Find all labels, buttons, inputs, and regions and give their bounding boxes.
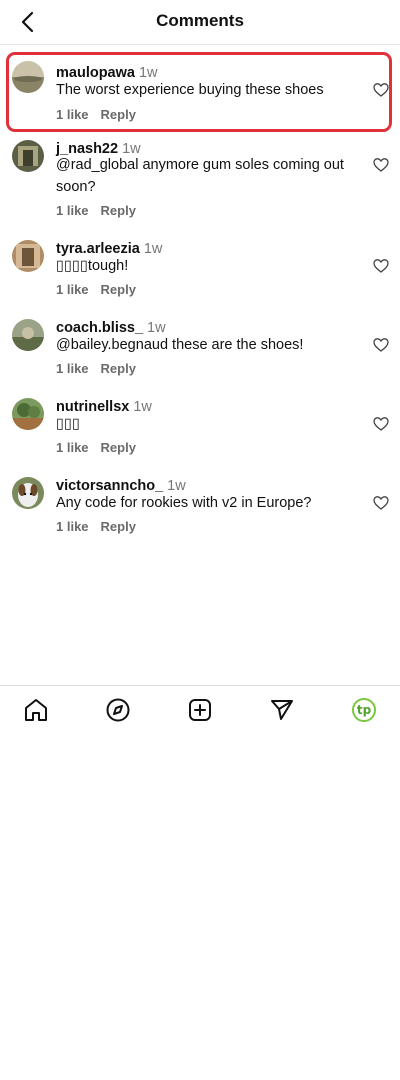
comment-list: maulopawa 1w The worst experience buying … — [0, 44, 400, 556]
nav-profile[interactable]: tp — [350, 696, 378, 724]
like-count[interactable]: 1 like — [56, 107, 89, 122]
comment-text: Any code for rookies with v2 in Europe? — [56, 495, 312, 511]
like-count[interactable]: 1 like — [56, 440, 89, 455]
page-title: Comments — [156, 11, 244, 30]
avatar[interactable] — [12, 240, 44, 272]
reply-button[interactable]: Reply — [101, 440, 136, 455]
reply-button[interactable]: Reply — [101, 203, 136, 218]
send-icon — [271, 700, 293, 720]
comment-text: ▯▯▯ — [56, 416, 80, 432]
avatar[interactable] — [12, 61, 44, 93]
avatar[interactable] — [12, 398, 44, 430]
comment-item: victorsanncho_ 1w Any code for rookies wi… — [0, 477, 400, 556]
heart-icon[interactable] — [373, 82, 389, 98]
comment-item: nutrinellsx 1w ▯▯▯ 1 like Reply — [0, 398, 400, 477]
comment-actions: 1 like Reply — [56, 203, 148, 218]
avatar[interactable] — [12, 319, 44, 351]
bottom-nav: tp — [0, 685, 400, 732]
nav-home[interactable] — [22, 696, 50, 724]
comment-actions: 1 like Reply — [56, 361, 148, 376]
comment-text: @bailey.begnaud these are the shoes! — [56, 337, 304, 353]
like-count[interactable]: 1 like — [56, 203, 89, 218]
nav-explore[interactable] — [104, 696, 132, 724]
comment-actions: 1 like Reply — [56, 519, 148, 534]
comment-item: tyra.arleezia 1w ▯▯▯▯tough! 1 like Reply — [0, 240, 400, 319]
heart-icon[interactable] — [373, 258, 389, 274]
heart-icon[interactable] — [373, 416, 389, 432]
comment-actions: 1 like Reply — [56, 440, 148, 455]
reply-button[interactable]: Reply — [101, 107, 136, 122]
profile-icon: tp — [352, 698, 376, 722]
explore-icon — [106, 698, 130, 722]
create-icon — [189, 699, 211, 721]
reply-button[interactable]: Reply — [101, 519, 136, 534]
heart-icon[interactable] — [373, 157, 389, 173]
avatar[interactable] — [12, 477, 44, 509]
comment-text: @rad_global anymore gum soles coming out… — [56, 157, 344, 195]
comment-actions: 1 like Reply — [56, 282, 148, 297]
heart-icon[interactable] — [373, 337, 389, 353]
reply-button[interactable]: Reply — [101, 282, 136, 297]
comment-item: coach.bliss_ 1w @bailey.begnaud these are… — [0, 319, 400, 398]
header: Comments — [0, 0, 400, 45]
like-count[interactable]: 1 like — [56, 282, 89, 297]
nav-create[interactable] — [186, 696, 214, 724]
comment-item: maulopawa 1w The worst experience buying … — [0, 44, 400, 140]
comment-text: The worst experience buying these shoes — [56, 82, 324, 98]
comment-actions: 1 like Reply — [56, 107, 148, 122]
reply-button[interactable]: Reply — [101, 361, 136, 376]
like-count[interactable]: 1 like — [56, 519, 89, 534]
home-icon — [25, 699, 47, 721]
avatar[interactable] — [12, 140, 44, 172]
nav-send[interactable] — [268, 696, 296, 724]
profile-label: tp — [356, 703, 372, 717]
comment-item: j_nash22 1w @rad_global anymore gum soles… — [0, 140, 400, 240]
heart-icon[interactable] — [373, 495, 389, 511]
comment-text: ▯▯▯▯tough! — [56, 258, 129, 274]
like-count[interactable]: 1 like — [56, 361, 89, 376]
